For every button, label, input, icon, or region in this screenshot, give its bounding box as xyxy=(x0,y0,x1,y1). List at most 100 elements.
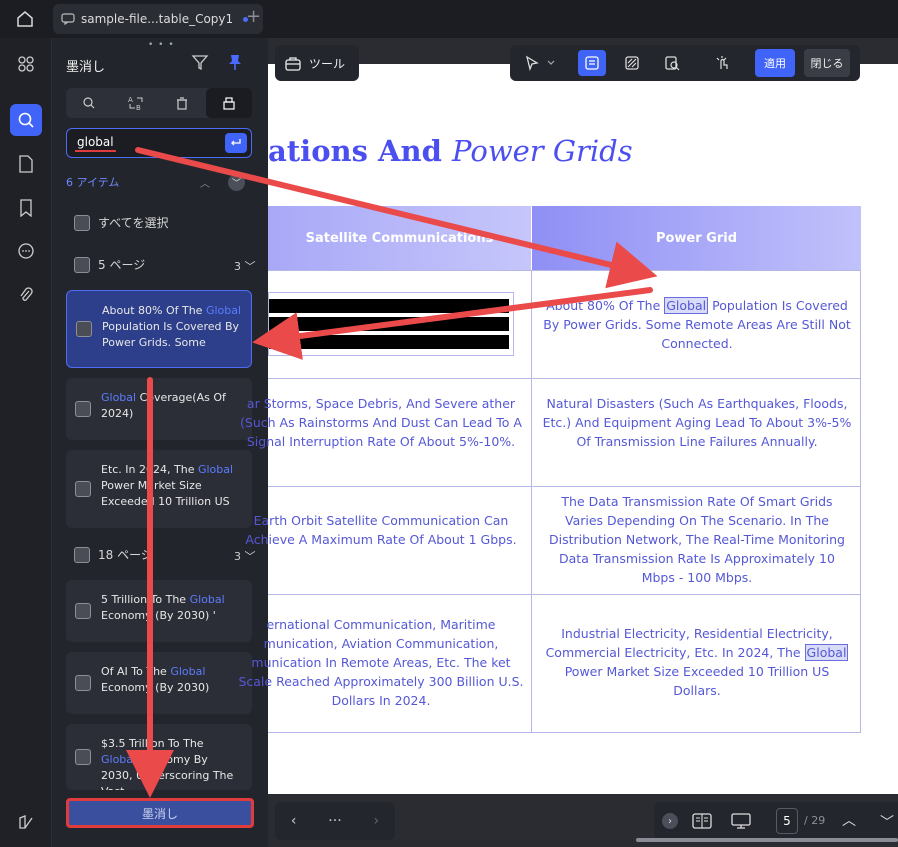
table-divider xyxy=(268,270,861,271)
chevron-down-icon[interactable] xyxy=(542,50,560,76)
tab-bar: sample-file...table_Copy1 + xyxy=(0,0,898,38)
chevron-right-icon[interactable]: › xyxy=(662,813,678,829)
tool-label: ツール xyxy=(309,56,346,71)
item-text: 5 Trillion To The Global Economy (By 203… xyxy=(101,593,225,622)
redaction-mark[interactable] xyxy=(268,292,514,356)
table-header: Satellite Communications xyxy=(268,206,531,270)
page-title: ations And Power Grids xyxy=(268,134,633,168)
apply-button[interactable]: 適用 xyxy=(755,49,795,77)
list-item[interactable]: Etc. In 2024, The Global Power Market Si… xyxy=(66,450,252,528)
hatch-icon[interactable] xyxy=(618,50,646,76)
chevron-right-icon[interactable]: › xyxy=(373,813,379,829)
table-cell: ar Storms, Space Debris, And Severe athe… xyxy=(240,396,522,449)
list-item[interactable]: Of AI To The Global Economy (By 2030) xyxy=(66,652,252,714)
select-all-checkbox[interactable] xyxy=(74,214,90,231)
group-label: 5 ページ xyxy=(98,258,146,272)
group-count[interactable]: 3 ﹀ xyxy=(234,258,256,274)
chevron-up-icon[interactable]: ︿ xyxy=(842,810,856,830)
item-checkbox[interactable] xyxy=(75,401,91,417)
page-nav: ‹ ··· › xyxy=(275,802,395,840)
document-viewport: ations And Power Grids Satellite Communi… xyxy=(238,38,898,847)
search-mode-icon[interactable] xyxy=(66,88,113,118)
group-header[interactable]: 18 ページ xyxy=(74,546,153,563)
redaction-bar xyxy=(269,317,509,331)
group-checkbox[interactable] xyxy=(74,546,90,563)
search-hit: Global xyxy=(664,297,709,314)
item-text: Of AI To The Global Economy (By 2030) xyxy=(101,665,210,694)
table-divider xyxy=(268,378,861,379)
tool-button[interactable]: ツール xyxy=(275,45,359,81)
plus-icon[interactable]: + xyxy=(246,6,261,27)
touch-icon[interactable] xyxy=(708,50,736,76)
item-checkbox[interactable] xyxy=(75,481,91,497)
toolbox-icon xyxy=(285,57,301,71)
enter-icon[interactable] xyxy=(225,133,247,153)
group-header[interactable]: 5 ページ xyxy=(74,256,145,273)
presentation-icon[interactable] xyxy=(730,812,752,834)
redact-panel: • • • 墨消し AB global 6 アイテム ︿ ﹀ すべてを選択 5 … xyxy=(52,38,268,847)
item-checkbox[interactable] xyxy=(75,675,91,691)
item-checkbox[interactable] xyxy=(75,603,91,619)
document-tab[interactable]: sample-file...table_Copy1 xyxy=(53,4,263,34)
search-icon[interactable] xyxy=(10,104,42,136)
grid-icon[interactable] xyxy=(10,48,42,80)
view-controls: › 5 / 29 ︿ ﹀ xyxy=(654,802,898,840)
list-item[interactable]: About 80% Of The Global Population Is Co… xyxy=(66,290,252,368)
left-rail xyxy=(0,38,52,847)
area-redact-icon[interactable] xyxy=(578,50,606,76)
search-hit: Global xyxy=(804,644,849,661)
redact-mode-icon[interactable] xyxy=(205,88,252,118)
panel-title: 墨消し xyxy=(66,60,106,75)
replace-mode-icon[interactable]: AB xyxy=(113,88,160,118)
group-label: 18 ページ xyxy=(98,548,153,562)
attachment-icon[interactable] xyxy=(10,280,42,312)
table-cell: Natural Disasters (Such As Earthquakes, … xyxy=(542,396,852,449)
more-icon[interactable]: ··· xyxy=(328,813,341,829)
item-text: Etc. In 2024, The Global Power Market Si… xyxy=(101,463,234,508)
close-button[interactable]: 閉じる xyxy=(804,49,850,77)
table-header: Power Grid xyxy=(531,206,861,270)
drag-handle[interactable]: • • • xyxy=(148,40,175,50)
result-count-row: 6 アイテム ︿ ﹀ xyxy=(66,174,252,192)
group-checkbox[interactable] xyxy=(74,256,90,273)
chevron-up-icon[interactable]: ︿ xyxy=(200,175,210,190)
table-cell: Industrial Electricity, Residential Elec… xyxy=(545,626,849,698)
table-cell: The Data Transmission Rate Of Smart Grid… xyxy=(549,494,845,585)
pin-icon[interactable] xyxy=(227,53,243,75)
item-text: Global Coverage(As Of 2024) xyxy=(101,391,226,420)
svg-text:B: B xyxy=(136,104,141,111)
redaction-bar xyxy=(269,299,509,313)
svg-text:A: A xyxy=(128,96,133,104)
reading-mode-icon[interactable] xyxy=(692,812,712,834)
page-total: / 29 xyxy=(804,814,826,827)
page-search-icon[interactable] xyxy=(658,50,686,76)
item-text: About 80% Of The Global Population Is Co… xyxy=(102,304,242,349)
chevron-down-icon[interactable]: ﹀ xyxy=(228,174,245,191)
layers-icon[interactable] xyxy=(10,806,42,838)
comment-icon[interactable] xyxy=(10,236,42,268)
home-icon[interactable] xyxy=(13,8,37,30)
table-divider xyxy=(531,270,532,733)
item-checkbox[interactable] xyxy=(75,749,91,765)
chevron-left-icon[interactable]: ‹ xyxy=(291,813,297,829)
search-input[interactable]: global xyxy=(66,128,252,158)
table-cell: Earth Orbit Satellite Communication Can … xyxy=(245,513,517,547)
chevron-down-icon[interactable]: ﹀ xyxy=(880,812,894,832)
list-item[interactable]: Global Coverage(As Of 2024) xyxy=(66,378,252,440)
select-all-row[interactable]: すべてを選択 xyxy=(74,214,168,231)
horizontal-scrollbar[interactable] xyxy=(636,838,898,842)
delete-mode-icon[interactable] xyxy=(159,88,206,118)
table-cell: ernational Communication, Maritime munic… xyxy=(238,617,524,708)
list-item[interactable]: $3.5 Trillion To The Global Economy By 2… xyxy=(66,724,252,790)
list-item[interactable]: 5 Trillion To The Global Economy (By 203… xyxy=(66,580,252,642)
item-checkbox[interactable] xyxy=(76,321,92,337)
table-divider xyxy=(268,486,861,487)
page-number-input[interactable]: 5 xyxy=(776,808,798,834)
search-input-value: global xyxy=(75,135,116,152)
group-count[interactable]: 3 ﹀ xyxy=(234,548,256,564)
bookmark-icon[interactable] xyxy=(10,192,42,224)
page-icon[interactable] xyxy=(10,148,42,180)
filter-icon[interactable] xyxy=(191,53,209,75)
comment-icon xyxy=(61,13,75,25)
redact-button[interactable]: 墨消し xyxy=(66,798,254,828)
